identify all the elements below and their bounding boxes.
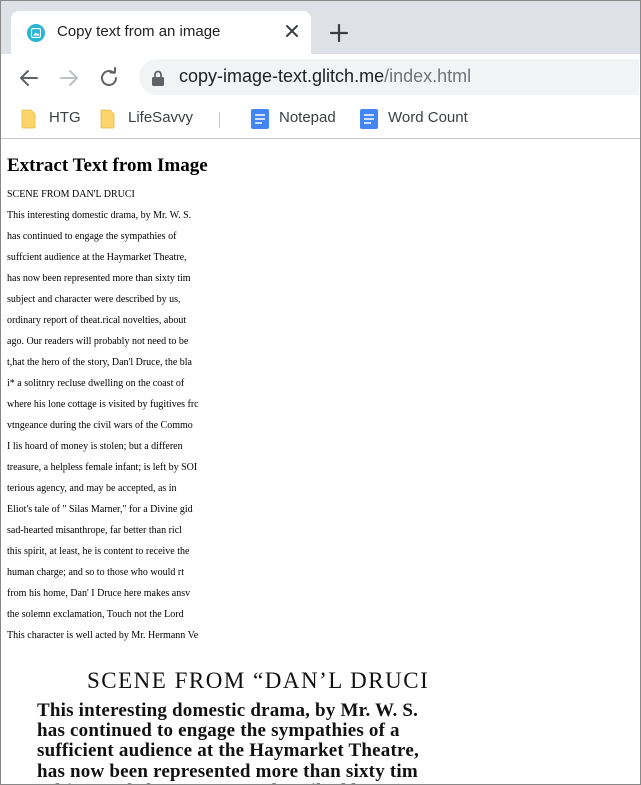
extracted-text-line: This interesting domestic drama, by Mr. … (7, 210, 192, 221)
folder-icon (21, 109, 37, 134)
source-image-line: has continued to engage the sympathies o… (37, 720, 400, 741)
bookmarks-bar: HTG LifeSavvy Notepad Word Count (1, 101, 640, 139)
extracted-text-line: suffcient audience at the Haymarket Thea… (7, 252, 187, 263)
extracted-text-line: I lis hoard of money is stolen; but a di… (7, 441, 183, 452)
extracted-text-line: i* a solitnry recluse dwelling on the co… (7, 378, 185, 389)
bookmark-word-count[interactable]: Word Count (360, 107, 480, 131)
extracted-text-line: human charge; and so to those who would … (7, 567, 185, 578)
document-icon (360, 109, 378, 134)
tab-title: Copy text from an image (57, 23, 221, 40)
bookmark-notepad[interactable]: Notepad (251, 107, 351, 131)
extracted-text-line: This character is well acted by Mr. Herm… (7, 630, 199, 641)
extracted-text-block: SCENE FROM DAN'L DRUCI This interesting d… (7, 189, 199, 651)
folder-icon (100, 109, 116, 134)
image-text-icon (27, 24, 45, 42)
forward-arrow-icon[interactable] (57, 66, 81, 90)
document-icon (251, 109, 269, 134)
close-icon[interactable] (281, 20, 303, 42)
tab-active[interactable]: Copy text from an image (11, 11, 311, 54)
page-content: Extract Text from Image SCENE FROM DAN'L… (1, 139, 640, 784)
extracted-text-line: ago. Our readers will probably not need … (7, 336, 189, 347)
bookmark-label: Notepad (279, 109, 336, 126)
back-arrow-icon[interactable] (17, 66, 41, 90)
source-image-line: subject and character were described by … (37, 781, 395, 784)
extracted-text-line: where his lone cottage is visited by fug… (7, 399, 199, 410)
extracted-text-line: the solemn exclamation, Touch not the Lo… (7, 609, 184, 620)
extracted-text-line: sad-hearted misanthrope, far better than… (7, 525, 182, 536)
tab-strip: Copy text from an image (1, 1, 640, 54)
url-path: /index.html (384, 66, 472, 86)
extracted-text-line: subject and character were described by … (7, 294, 181, 305)
extracted-text-line: has now been represented more than sixty… (7, 273, 191, 284)
extracted-text-line: treasure, a helpless female infant; is l… (7, 462, 198, 473)
bookmark-label: HTG (49, 109, 81, 126)
extracted-text-line: Eliot's tale of " Silas Marner," for a D… (7, 504, 193, 515)
extracted-text-line: from his home, Dan' I Druce here makes a… (7, 588, 191, 599)
source-image-line: has now been represented more than sixty… (37, 761, 418, 782)
extracted-text-line: has continued to engage the sympathies o… (7, 231, 177, 242)
extracted-text-line: t,hat the hero of the story, Dan'l Druce… (7, 357, 192, 368)
extracted-text-line: SCENE FROM DAN'L DRUCI (7, 189, 135, 200)
browser-window: Copy text from an image copy-image-text.… (0, 0, 641, 785)
lock-icon (151, 70, 165, 91)
bookmarks-separator (219, 112, 220, 128)
reload-icon[interactable] (97, 66, 121, 90)
extracted-text-line: vtngeance during the civil wars of the C… (7, 420, 193, 431)
extracted-text-line: ordinary report of theat.rical novelties… (7, 315, 187, 326)
url-host: copy-image-text.glitch.me (179, 66, 385, 86)
source-image: SCENE FROM “DAN’L DRUCI This interesting… (1, 649, 488, 784)
bookmark-htg[interactable]: HTG (21, 107, 91, 131)
source-image-title: SCENE FROM “DAN’L DRUCI (87, 668, 430, 693)
extracted-text-line: terious agency, and may be accepted, as … (7, 483, 177, 494)
address-bar[interactable]: copy-image-text.glitch.me/index.html (139, 59, 639, 95)
browser-toolbar: copy-image-text.glitch.me/index.html (1, 54, 640, 101)
bookmark-lifesavvy[interactable]: LifeSavvy (100, 107, 205, 131)
page-title: Extract Text from Image (7, 155, 208, 176)
source-image-line: sufficient audience at the Haymarket The… (37, 740, 419, 761)
new-tab-plus-icon[interactable] (327, 21, 351, 45)
url-text: copy-image-text.glitch.me/index.html (179, 66, 471, 87)
extracted-text-line: this spirit, at least, he is content to … (7, 546, 190, 557)
source-image-line: This interesting domestic drama, by Mr. … (37, 700, 419, 721)
bookmark-label: LifeSavvy (128, 109, 194, 126)
bookmark-label: Word Count (388, 109, 468, 126)
